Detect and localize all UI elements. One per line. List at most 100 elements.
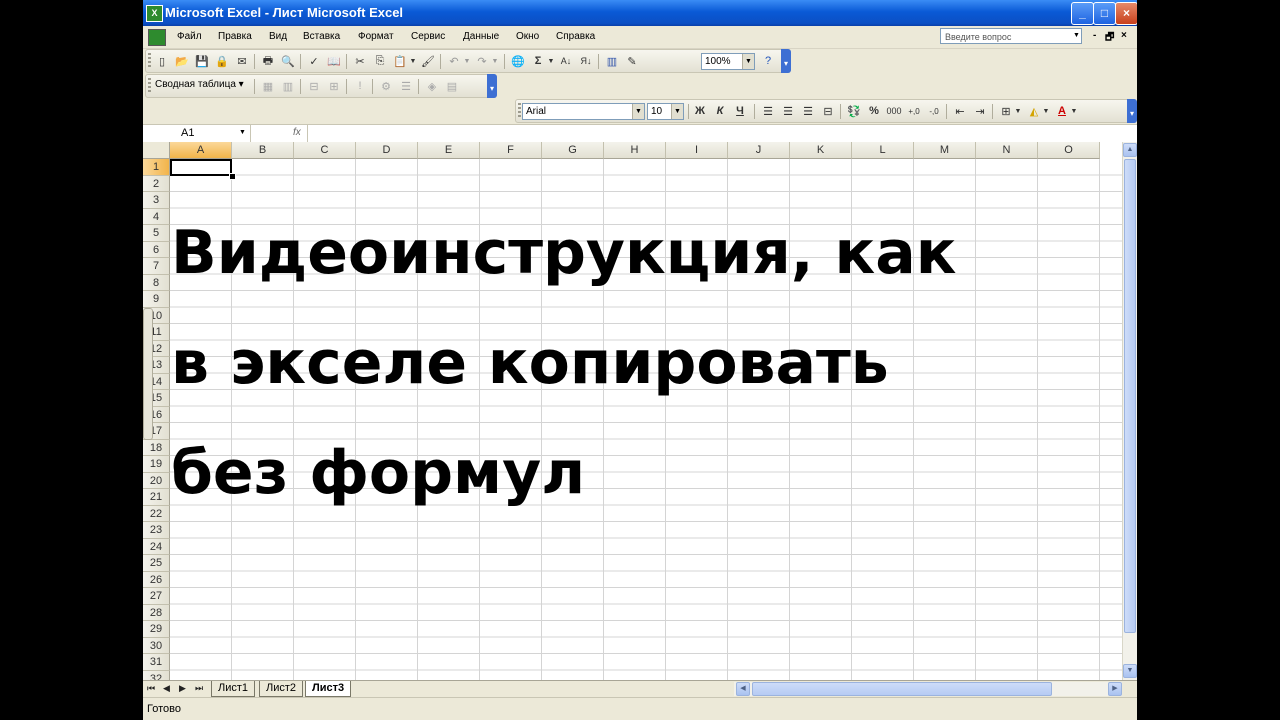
column-header-g[interactable]: G: [542, 142, 604, 159]
sheet-tab-3[interactable]: Лист3: [305, 681, 352, 697]
font-dropdown-icon[interactable]: ▼: [632, 104, 644, 119]
toolbar-options-icon[interactable]: ▾: [487, 74, 497, 98]
thousands-button[interactable]: 000: [886, 103, 902, 119]
cut-icon[interactable]: ✂: [352, 53, 368, 69]
pivot-table-menu[interactable]: Сводная таблица ▾: [155, 79, 244, 90]
hyperlink-icon[interactable]: 🌐: [510, 53, 526, 69]
decrease-decimal-icon[interactable]: -,0: [926, 103, 942, 119]
column-header-n[interactable]: N: [976, 142, 1038, 159]
fill-color-icon[interactable]: ◭: [1026, 103, 1042, 119]
doc-minimize-button[interactable]: -: [1093, 30, 1096, 41]
pane-resize-handle[interactable]: [143, 308, 153, 440]
column-header-c[interactable]: C: [294, 142, 356, 159]
paste-dropdown-icon[interactable]: ▼: [409, 53, 417, 69]
prev-sheet-icon[interactable]: ◀: [163, 683, 170, 694]
undo-icon[interactable]: ↶: [446, 53, 462, 69]
horizontal-scrollbar[interactable]: ◀ ▶: [734, 682, 1122, 696]
column-header-k[interactable]: K: [790, 142, 852, 159]
maximize-button[interactable]: □: [1093, 2, 1116, 25]
menu-insert[interactable]: Вставка: [303, 31, 340, 42]
column-header-b[interactable]: B: [232, 142, 294, 159]
last-sheet-icon[interactable]: ⏭: [195, 683, 203, 694]
row-header[interactable]: 28: [143, 604, 170, 621]
doc-close-button[interactable]: ×: [1121, 30, 1127, 41]
row-header[interactable]: 9: [143, 291, 170, 308]
horizontal-scroll-thumb[interactable]: [752, 682, 1052, 696]
spelling-icon[interactable]: ✓: [306, 53, 322, 69]
field-settings-icon[interactable]: ⚙: [378, 78, 394, 94]
row-header[interactable]: 22: [143, 505, 170, 522]
vertical-scroll-thumb[interactable]: [1124, 159, 1136, 633]
excel-app-icon[interactable]: X: [146, 5, 163, 22]
help-icon[interactable]: ?: [760, 53, 776, 69]
autosum-icon[interactable]: Σ: [530, 53, 546, 69]
doc-restore-button[interactable]: 🗗: [1105, 30, 1114, 47]
row-header[interactable]: 32: [143, 670, 170, 680]
menu-edit[interactable]: Правка: [218, 31, 252, 42]
name-box[interactable]: A1: [143, 125, 251, 142]
scroll-left-icon[interactable]: ◀: [736, 682, 750, 696]
insert-function-icon[interactable]: fx: [293, 127, 301, 138]
drawing-icon[interactable]: ✎: [624, 53, 640, 69]
row-header[interactable]: 31: [143, 654, 170, 671]
toolbar-grip[interactable]: [518, 103, 521, 119]
research-icon[interactable]: 📖: [326, 53, 342, 69]
row-header[interactable]: 25: [143, 555, 170, 572]
scroll-up-icon[interactable]: ▲: [1123, 143, 1137, 157]
column-header-j[interactable]: J: [728, 142, 790, 159]
workbook-icon[interactable]: [148, 29, 166, 46]
include-hidden-icon[interactable]: ◈: [424, 78, 440, 94]
column-header-a[interactable]: A: [170, 142, 232, 159]
fill-color-dropdown-icon[interactable]: ▼: [1042, 103, 1050, 119]
sheet-tab-1[interactable]: Лист1: [211, 681, 256, 697]
close-button[interactable]: ×: [1115, 2, 1137, 25]
format-report-icon[interactable]: ▦: [260, 78, 276, 94]
show-field-list-icon[interactable]: ☰: [398, 78, 414, 94]
decrease-indent-icon[interactable]: ⇤: [952, 103, 968, 119]
row-header[interactable]: 19: [143, 456, 170, 473]
row-header[interactable]: 5: [143, 225, 170, 242]
row-header[interactable]: 18: [143, 439, 170, 456]
row-header[interactable]: 27: [143, 588, 170, 605]
align-left-icon[interactable]: ☰: [760, 103, 776, 119]
fill-handle[interactable]: [229, 173, 236, 180]
column-header-f[interactable]: F: [480, 142, 542, 159]
column-header-o[interactable]: O: [1038, 142, 1100, 159]
active-cell-a1[interactable]: [170, 159, 232, 176]
row-header[interactable]: 24: [143, 538, 170, 555]
column-header-m[interactable]: M: [914, 142, 976, 159]
formula-input[interactable]: [307, 125, 1137, 142]
redo-icon[interactable]: ↷: [474, 53, 490, 69]
row-header[interactable]: 4: [143, 208, 170, 225]
zoom-select[interactable]: 100% ▼: [701, 53, 755, 70]
sort-descending-icon[interactable]: Я↓: [578, 53, 594, 69]
menu-window[interactable]: Окно: [516, 31, 539, 42]
print-icon[interactable]: 🖶: [260, 53, 276, 69]
format-painter-icon[interactable]: 🖌: [420, 53, 436, 69]
currency-icon[interactable]: 💱: [846, 103, 862, 119]
select-all-corner[interactable]: [143, 142, 170, 159]
save-icon[interactable]: 💾: [194, 53, 210, 69]
row-header[interactable]: 29: [143, 621, 170, 638]
italic-button[interactable]: К: [712, 103, 728, 119]
font-name-select[interactable]: Arial ▼: [522, 103, 645, 120]
row-header[interactable]: 1: [143, 159, 170, 176]
new-icon[interactable]: ▯: [154, 53, 170, 69]
toolbar-options-icon[interactable]: ▾: [781, 49, 791, 73]
font-size-select[interactable]: 10 ▼: [647, 103, 684, 120]
row-header[interactable]: 23: [143, 522, 170, 539]
permission-icon[interactable]: 🔒: [214, 53, 230, 69]
help-dropdown-icon[interactable]: ▼: [1073, 32, 1080, 39]
print-preview-icon[interactable]: 🔍: [280, 53, 296, 69]
refresh-icon[interactable]: !: [352, 78, 368, 94]
percent-button[interactable]: %: [866, 103, 882, 119]
merge-center-icon[interactable]: ⊟: [820, 103, 836, 119]
scroll-right-icon[interactable]: ▶: [1108, 682, 1122, 696]
align-center-icon[interactable]: ☰: [780, 103, 796, 119]
undo-dropdown-icon[interactable]: ▼: [463, 53, 471, 69]
align-right-icon[interactable]: ☰: [800, 103, 816, 119]
open-icon[interactable]: 📂: [174, 53, 190, 69]
row-header[interactable]: 8: [143, 274, 170, 291]
bold-button[interactable]: Ж: [692, 103, 708, 119]
hide-detail-icon[interactable]: ⊟: [306, 78, 322, 94]
